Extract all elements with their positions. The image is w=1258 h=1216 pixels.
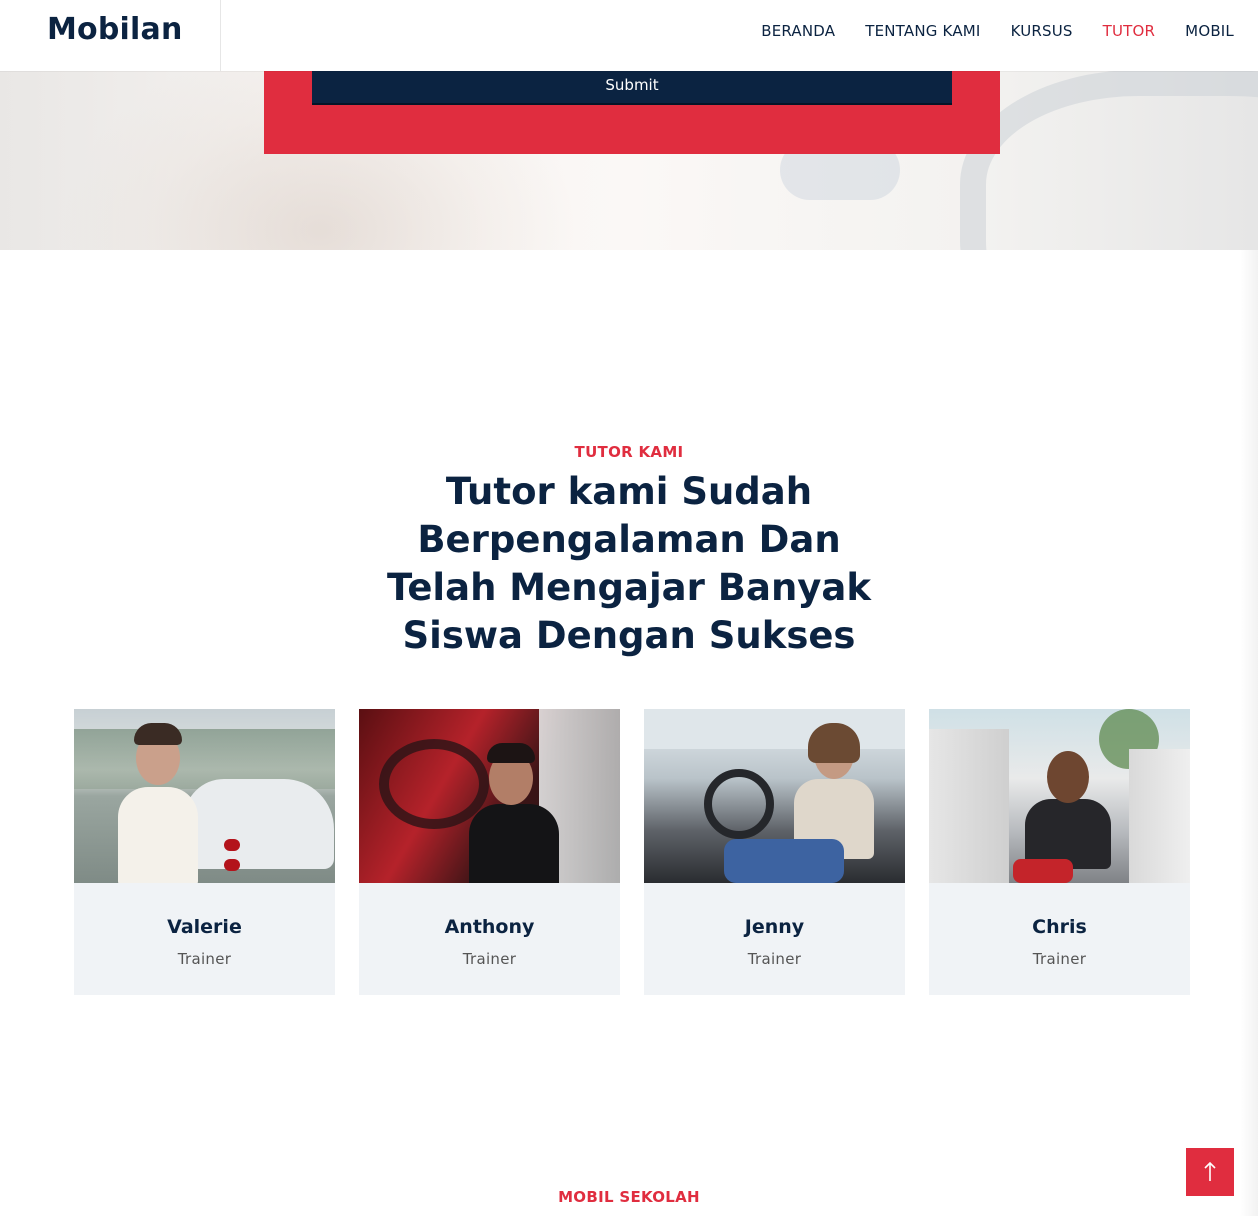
tutor-card[interactable]: Chris Trainer [929, 709, 1190, 995]
site-header: Mobilan BERANDA TENTANG KAMI KURSUS TUTO… [0, 0, 1258, 71]
woman-driving-car-photo [644, 709, 905, 883]
main-nav: BERANDA TENTANG KAMI KURSUS TUTOR MOBIL [731, 22, 1234, 40]
man-with-white-car-photo [74, 709, 335, 883]
nav-item-beranda[interactable]: BERANDA [761, 22, 835, 40]
tutor-card[interactable]: Anthony Trainer [359, 709, 620, 995]
mobil-section-eyebrow: MOBIL SEKOLAH [558, 1188, 700, 1206]
tutor-card-list: Valerie Trainer Anthony Trainer Jenny Tr… [74, 709, 1190, 995]
brand-container: Mobilan [0, 0, 221, 71]
brand-logo[interactable]: Mobilan [47, 12, 183, 47]
scroll-top-button[interactable] [1186, 1148, 1234, 1196]
tutor-role: Trainer [1032, 950, 1087, 968]
page-edge-shadow [1240, 250, 1258, 1216]
nav-item-kursus[interactable]: KURSUS [1011, 22, 1073, 40]
tutor-section-title: Tutor kami Sudah Berpengalaman Dan Telah… [387, 470, 871, 657]
tutor-card[interactable]: Valerie Trainer [74, 709, 335, 995]
nav-item-mobil[interactable]: MOBIL [1185, 22, 1234, 40]
man-in-red-car-photo [359, 709, 620, 883]
tutor-role: Trainer [462, 950, 517, 968]
man-sitting-in-jeep-photo [929, 709, 1190, 883]
tutor-card[interactable]: Jenny Trainer [644, 709, 905, 995]
tutor-name: Chris [1032, 916, 1087, 938]
tutor-section-eyebrow: TUTOR KAMI [574, 443, 684, 461]
tutor-role: Trainer [747, 950, 802, 968]
tutor-name: Anthony [444, 916, 535, 938]
tutor-role: Trainer [177, 950, 232, 968]
tutor-name: Valerie [167, 916, 242, 938]
arrow-up-icon [1204, 1161, 1216, 1181]
nav-item-tutor[interactable]: TUTOR [1103, 22, 1156, 40]
nav-item-tentang-kami[interactable]: TENTANG KAMI [865, 22, 980, 40]
tutor-name: Jenny [744, 916, 805, 938]
